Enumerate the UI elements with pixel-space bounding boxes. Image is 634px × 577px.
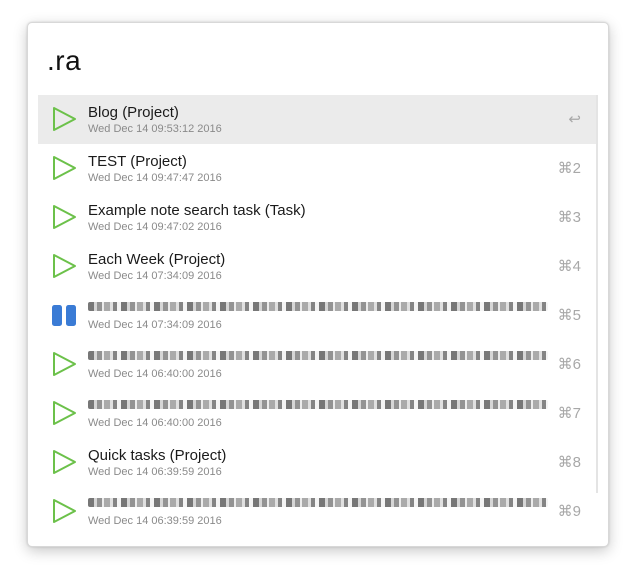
play-triangle-icon	[53, 205, 76, 229]
result-row-3[interactable]: Example note search task (Task) Wed Dec …	[38, 193, 598, 242]
shortcut-label: ⌘5	[557, 307, 581, 324]
result-date: Wed Dec 14 06:39:59 2016	[88, 466, 222, 478]
result-title: Quick tasks (Project)	[88, 447, 227, 464]
play-triangle-icon	[53, 499, 76, 523]
result-title: Each Week (Project)	[88, 251, 226, 268]
play-triangle-icon	[53, 352, 76, 376]
result-row-1[interactable]: Blog (Project) Wed Dec 14 09:53:12 2016 …	[38, 95, 598, 144]
shortcut-label: ⌘2	[557, 160, 581, 177]
result-row-8[interactable]: Quick tasks (Project) Wed Dec 14 06:39:5…	[38, 438, 598, 487]
return-key-shortcut: ↩	[568, 111, 581, 128]
pause-icon	[52, 305, 76, 326]
play-triangle-icon	[53, 156, 76, 180]
search-query[interactable]: .ra	[47, 45, 81, 77]
results-list: Blog (Project) Wed Dec 14 09:53:12 2016 …	[38, 95, 598, 546]
result-title: TEST (Project)	[88, 153, 187, 170]
result-row-2[interactable]: TEST (Project) Wed Dec 14 09:47:47 2016 …	[38, 144, 598, 193]
shortcut-label: ⌘9	[557, 503, 581, 520]
play-triangle-icon	[53, 401, 76, 425]
result-date: Wed Dec 14 09:53:12 2016	[88, 123, 222, 135]
result-title: Example note search task (Task)	[88, 202, 306, 219]
scrollbar[interactable]	[596, 95, 598, 493]
result-date: Wed Dec 14 09:47:02 2016	[88, 221, 222, 233]
result-row-9[interactable]: Wed Dec 14 06:39:59 2016 ⌘9	[38, 487, 598, 536]
play-triangle-icon	[53, 107, 76, 131]
play-triangle-icon	[53, 450, 76, 474]
result-date: Wed Dec 14 06:40:00 2016	[88, 417, 222, 429]
result-row-6[interactable]: Wed Dec 14 06:40:00 2016 ⌘6	[38, 340, 598, 389]
result-row-5[interactable]: Wed Dec 14 07:34:09 2016 ⌘5	[38, 291, 598, 340]
result-row-7[interactable]: Wed Dec 14 06:40:00 2016 ⌘7	[38, 389, 598, 438]
shortcut-label: ⌘4	[557, 258, 581, 275]
play-triangle-icon	[53, 254, 76, 278]
launcher-window: .ra Blog (Project) Wed Dec 14 09:53:12 2…	[27, 22, 609, 547]
result-date: Wed Dec 14 06:39:59 2016	[88, 515, 222, 527]
shortcut-label: ⌘7	[557, 405, 581, 422]
result-title: Blog (Project)	[88, 104, 179, 121]
result-date: Wed Dec 14 07:34:09 2016	[88, 319, 222, 331]
result-date: Wed Dec 14 06:40:00 2016	[88, 368, 222, 380]
shortcut-label: ⌘8	[557, 454, 581, 471]
result-date: Wed Dec 14 09:47:47 2016	[88, 172, 222, 184]
shortcut-label: ⌘3	[557, 209, 581, 226]
redacted-title	[88, 400, 548, 409]
shortcut-label: ⌘6	[557, 356, 581, 373]
redacted-title	[88, 498, 548, 507]
redacted-title	[88, 302, 548, 311]
result-date: Wed Dec 14 07:34:09 2016	[88, 270, 222, 282]
redacted-title	[88, 351, 548, 360]
result-row-4[interactable]: Each Week (Project) Wed Dec 14 07:34:09 …	[38, 242, 598, 291]
